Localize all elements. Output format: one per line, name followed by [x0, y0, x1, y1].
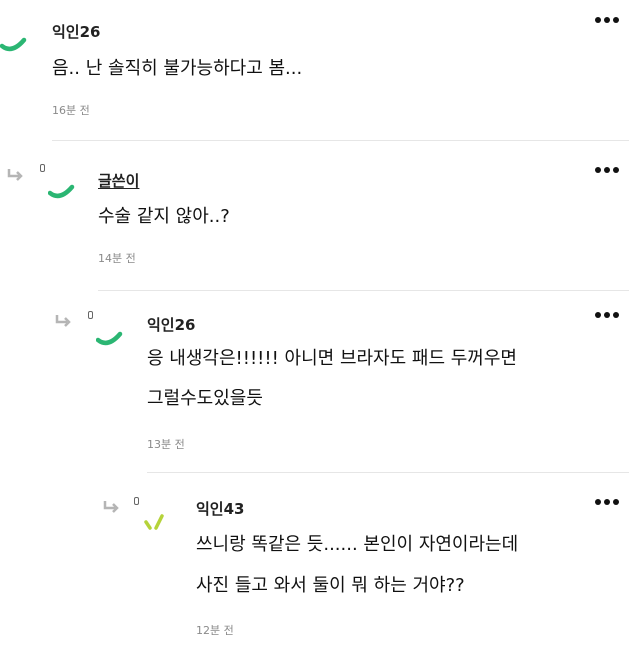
comment-divider: [98, 290, 629, 291]
comment-text: 쓰니랑 똑같은 듯...... 본인이 자연이라는데: [196, 534, 519, 555]
comment-author[interactable]: 글쓴이: [98, 170, 139, 191]
comment-author[interactable]: 익인26: [52, 21, 100, 42]
comment-text: 그럴수도있을듯: [147, 388, 263, 409]
more-options-icon[interactable]: [593, 165, 621, 175]
yellow-green-dashes-icon: [144, 514, 164, 530]
comment-text: 응 내생각은!!!!!! 아니면 브라자도 패드 두꺼우면: [147, 348, 517, 369]
more-options-icon[interactable]: [593, 497, 621, 507]
small-marker-icon: [88, 311, 93, 319]
small-marker-icon: [40, 164, 45, 172]
green-swoosh-icon: [48, 184, 75, 199]
comment-timestamp: 14분 전: [98, 252, 136, 265]
green-swoosh-icon: [96, 331, 123, 346]
reply-arrow-icon: [103, 501, 119, 513]
comment-timestamp: 13분 전: [147, 438, 185, 451]
comment-divider: [147, 472, 629, 473]
more-options-icon[interactable]: [593, 310, 621, 320]
comment-text: 수술 같지 않아..?: [98, 206, 230, 227]
comment-text: 음.. 난 솔직히 불가능하다고 봄...: [52, 58, 303, 79]
green-swoosh-icon: [0, 37, 27, 52]
comment-timestamp: 12분 전: [196, 624, 234, 637]
more-options-icon[interactable]: [593, 15, 621, 25]
reply-arrow-icon: [55, 315, 71, 327]
comment-divider: [52, 140, 629, 141]
reply-arrow-icon: [7, 169, 23, 181]
comment-timestamp: 16분 전: [52, 104, 90, 117]
comment-text: 사진 들고 와서 둘이 뭐 하는 거야??: [196, 575, 465, 596]
comment-author[interactable]: 익인26: [147, 314, 195, 335]
small-marker-icon: [134, 497, 139, 505]
comment-author[interactable]: 익인43: [196, 498, 244, 519]
